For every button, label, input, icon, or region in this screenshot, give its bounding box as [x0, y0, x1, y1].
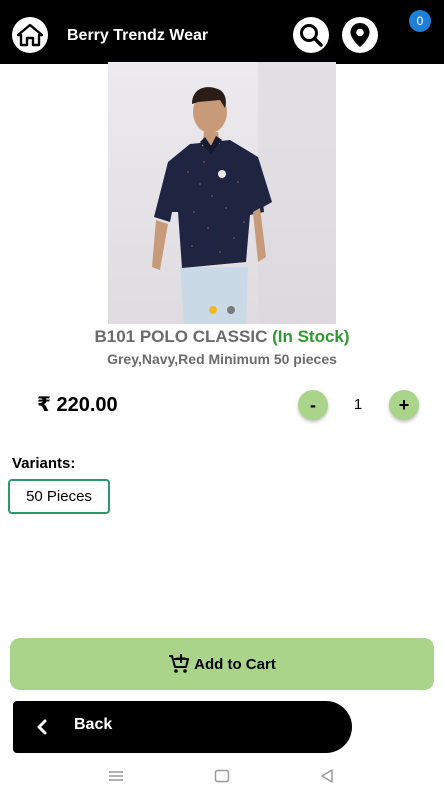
product-description: Grey,Navy,Red Minimum 50 pieces	[107, 351, 337, 367]
back-label: Back	[74, 716, 113, 733]
product-photo	[152, 62, 336, 324]
location-button[interactable]	[342, 17, 378, 53]
product-name-line: B101 POLO CLASSIC (In Stock)	[0, 327, 444, 347]
chevron-left-icon	[37, 719, 47, 735]
menu-icon[interactable]	[107, 768, 125, 784]
product-name: B101 POLO CLASSIC	[94, 327, 268, 346]
carousel-dots	[108, 306, 336, 314]
add-to-cart-icon	[169, 654, 190, 673]
quantity-decrease-button[interactable]: -	[298, 390, 328, 420]
quantity-increase-button[interactable]: +	[389, 390, 419, 420]
search-icon	[300, 24, 323, 47]
location-pin-icon	[350, 23, 370, 47]
carousel-dot-active[interactable]	[209, 306, 217, 314]
product-image-carousel[interactable]	[108, 62, 336, 324]
quantity-value: 1	[353, 396, 363, 413]
system-nav-bar	[0, 760, 444, 800]
back-button[interactable]: Back	[13, 701, 352, 753]
carousel-dot[interactable]	[227, 306, 235, 314]
add-to-cart-button[interactable]: Add to Cart	[10, 638, 434, 690]
cart-count-badge[interactable]: 0	[409, 10, 431, 32]
product-price: ₹ 220.00	[37, 394, 118, 416]
search-button[interactable]	[293, 17, 329, 53]
stock-status: (In Stock)	[272, 327, 350, 346]
home-nav-icon[interactable]	[213, 768, 231, 784]
add-to-cart-label: Add to Cart	[194, 655, 276, 673]
home-icon	[17, 23, 43, 47]
back-nav-icon[interactable]	[318, 768, 336, 784]
home-button[interactable]	[12, 17, 48, 53]
variants-label: Variants:	[12, 455, 76, 472]
app-title: Berry Trendz Wear	[67, 27, 209, 44]
variant-option[interactable]: 50 Pieces	[8, 479, 110, 514]
app-header: Berry Trendz Wear 0	[0, 0, 444, 64]
